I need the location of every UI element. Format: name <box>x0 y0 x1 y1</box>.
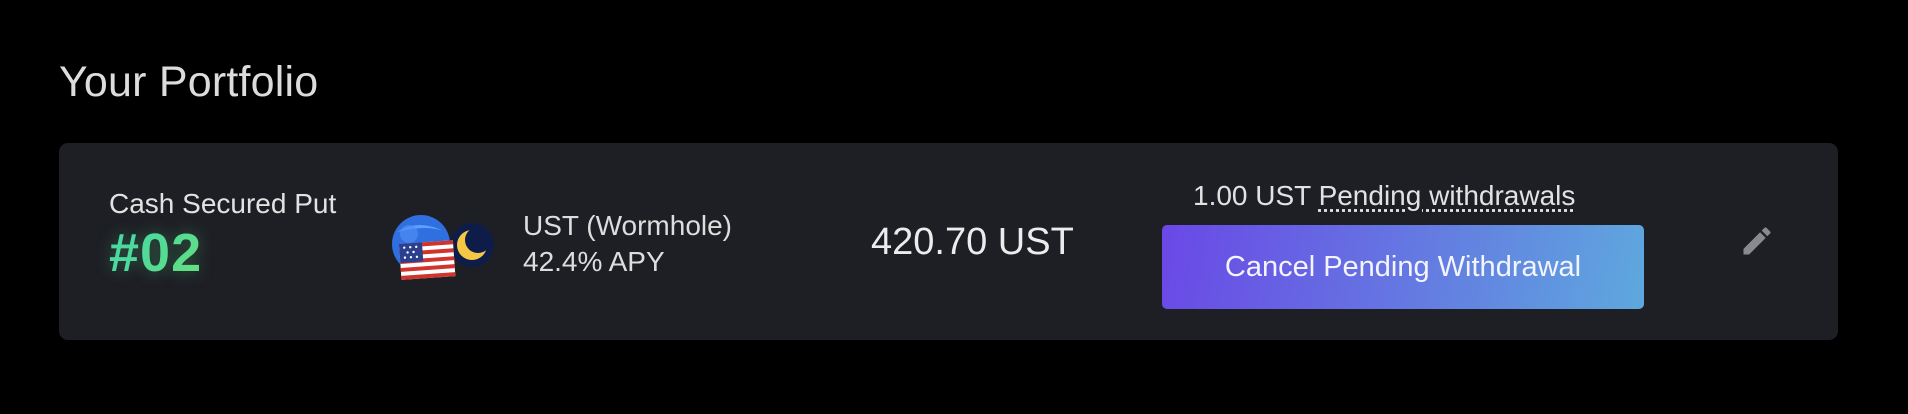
page-title: Your Portfolio <box>59 58 319 106</box>
pending-withdrawals-link[interactable]: Pending withdrawals <box>1319 180 1576 211</box>
pending-amount: 1.00 UST <box>1193 180 1311 211</box>
strategy-name: Cash Secured Put <box>109 188 337 219</box>
asset-info: UST (Wormhole) 42.4% APY <box>523 209 732 281</box>
asset-icon-group <box>392 215 494 280</box>
position-balance: 420.70 UST <box>871 221 1074 263</box>
us-flag-icon <box>392 215 456 280</box>
pending-withdrawals-line: 1.00 UST Pending withdrawals <box>1193 179 1575 213</box>
portfolio-position-card: Cash Secured Put #02 UST (Wormhole) 42.4… <box>59 143 1838 340</box>
strategy-id: #02 <box>109 225 336 281</box>
pencil-icon[interactable] <box>1739 223 1775 259</box>
cancel-pending-withdrawal-button[interactable]: Cancel Pending Withdrawal <box>1162 225 1644 309</box>
strategy-block: Cash Secured Put #02 <box>109 187 336 281</box>
terra-luna-icon <box>450 223 494 267</box>
asset-apy: 42.4% APY <box>523 246 665 277</box>
asset-name: UST (Wormhole) <box>523 210 733 241</box>
